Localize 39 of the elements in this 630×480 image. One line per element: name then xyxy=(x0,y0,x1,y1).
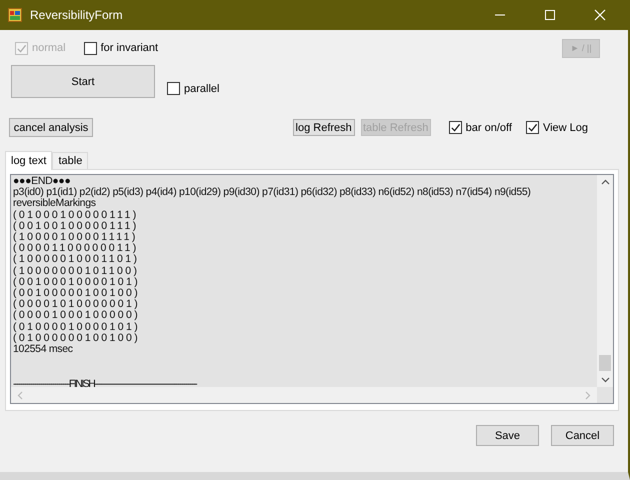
checkbox[interactable]: for invariant xyxy=(84,42,158,54)
window-title: ReversibilityForm xyxy=(30,8,123,22)
log-line: (01000100000111) xyxy=(13,210,140,221)
log-line: (10000100001111) xyxy=(13,232,139,244)
log-line: (10000010001101) xyxy=(13,254,140,266)
checkbox[interactable]: View Log xyxy=(526,121,588,134)
cancel-analysis-button[interactable]: cancel analysis xyxy=(9,118,93,137)
log-line: (10000000101100) xyxy=(13,266,140,277)
checkbox[interactable]: bar on/off xyxy=(448,121,512,134)
checkbox[interactable]: parallel xyxy=(167,82,220,95)
app-icon xyxy=(8,8,22,22)
log-line: (00001000100000) xyxy=(13,310,142,322)
log-line: (00001100000011) xyxy=(13,243,140,254)
tab[interactable]: table xyxy=(52,152,88,169)
log-line: 102554 msec xyxy=(13,344,73,356)
log-line: (01000010000101) xyxy=(13,322,142,333)
refresh-button[interactable]: log Refresh xyxy=(292,119,355,136)
checkmark-icon xyxy=(16,42,27,54)
log-line: p3(id0) p1(id1) p2(id2) p5(id3) p4(id4) p10(id29) p9(id30) p7(id31) p6(id32) p8(id33) n6(id52) n8(id53) n7(id54) n9(id55) xyxy=(13,187,532,198)
scrollbar-thumb[interactable] xyxy=(599,355,611,371)
maximize-icon[interactable] xyxy=(544,9,556,21)
log-line: reversibleMarkings xyxy=(13,198,96,210)
log-line: ●●●END●●● xyxy=(13,176,72,187)
log-line: (00001010000001) xyxy=(13,299,142,310)
close-icon[interactable] xyxy=(594,9,606,21)
log-line: (00100100000111) xyxy=(13,220,140,232)
vertical-scrollbar[interactable] xyxy=(597,175,613,387)
dialog-button[interactable]: Cancel xyxy=(551,425,614,446)
log-line: (00100010000101) xyxy=(13,276,142,288)
checkmark-icon xyxy=(526,122,538,133)
log-line: ----------------------------FINISH--------------------------------------------------- xyxy=(13,379,198,387)
dialog-button[interactable]: Save xyxy=(476,425,539,446)
scroll-down-icon[interactable] xyxy=(600,377,610,383)
start-button[interactable]: Start xyxy=(11,65,155,98)
checkmark-icon xyxy=(450,122,461,133)
scroll-up-icon[interactable] xyxy=(600,179,610,185)
log-line: (01000000100100) xyxy=(13,332,142,344)
log-line: (00100000100100) xyxy=(13,288,142,300)
tab[interactable]: log text xyxy=(5,151,52,170)
